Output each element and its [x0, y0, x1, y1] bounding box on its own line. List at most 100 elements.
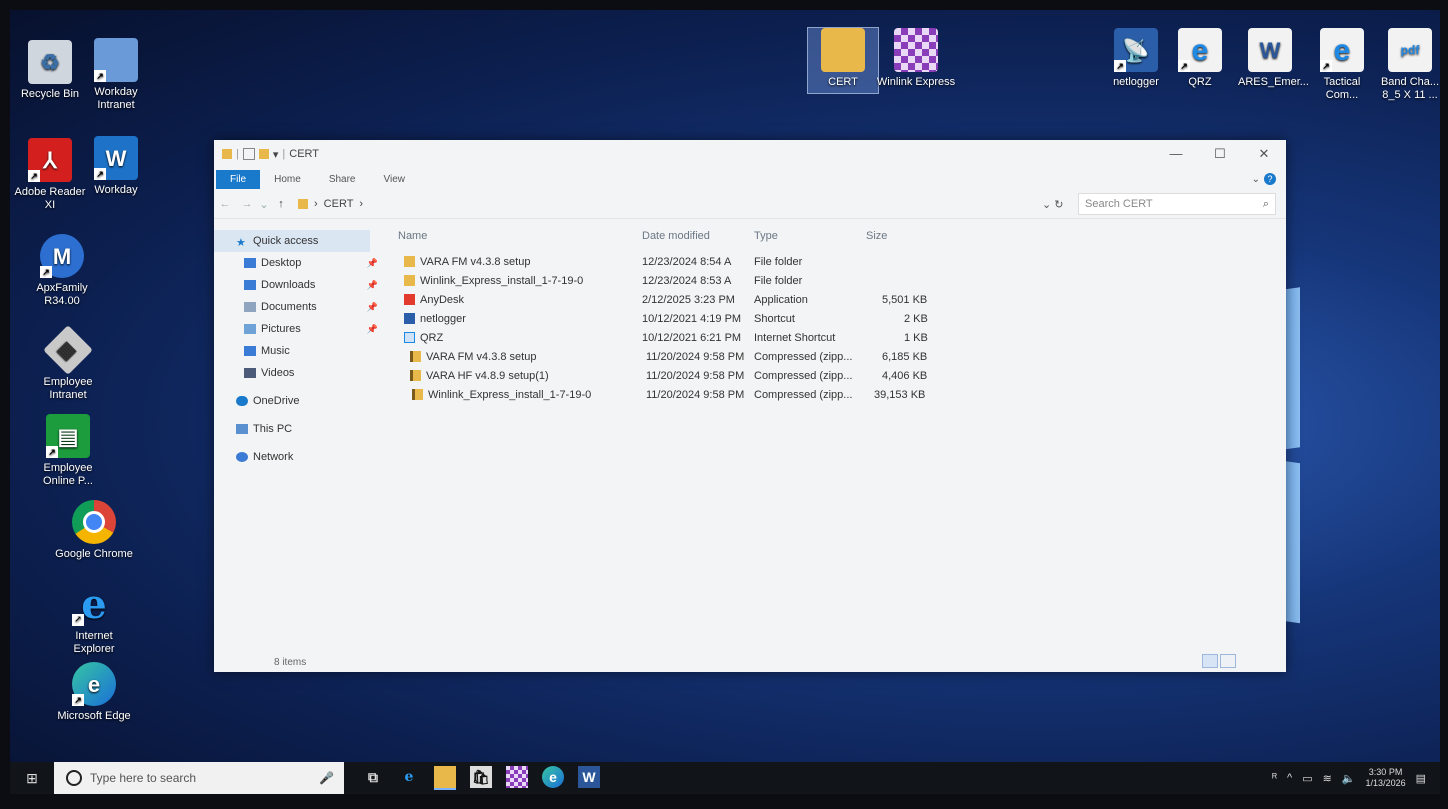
nav-videos[interactable]: Videos	[214, 362, 384, 384]
desktop-icon-apx-family[interactable]: M ↗ ApxFamily R34.00	[22, 234, 102, 308]
nav-documents[interactable]: Documents 📌	[214, 296, 384, 318]
file-row[interactable]: netlogger 10/12/2021 4:19 PM Shortcut 2 …	[384, 309, 1286, 328]
winlink-icon[interactable]	[506, 766, 528, 788]
chrome-icon	[72, 500, 116, 544]
microphone-icon[interactable]: 🎤	[319, 771, 334, 785]
desktop-icon-netlogger[interactable]: 📡 ↗ netlogger	[1096, 28, 1176, 89]
tab-share[interactable]: Share	[315, 174, 370, 185]
file-row[interactable]: QRZ 10/12/2021 6:21 PM Internet Shortcut…	[384, 328, 1286, 347]
column-header-type[interactable]: Type	[754, 230, 778, 242]
battery-icon[interactable]: ▭	[1302, 772, 1312, 785]
nav-pictures[interactable]: Pictures 📌	[214, 318, 384, 340]
desktop-icon-ares-doc[interactable]: W ARES_Emer...	[1238, 28, 1309, 89]
minimize-button[interactable]: —	[1154, 146, 1198, 162]
desktop-icon-winlink[interactable]: Winlink Express	[876, 28, 956, 89]
chevron-up-icon[interactable]: ^	[1287, 772, 1292, 784]
employee-online-icon: ▤ ↗	[46, 414, 90, 458]
folder-icon	[404, 275, 415, 286]
help-icon[interactable]: ?	[1264, 173, 1276, 185]
people-icon[interactable]: ᴿ	[1272, 772, 1277, 784]
desktop-icon-band-chart[interactable]: pdf Band Cha... 8_5 X 11 ...	[1380, 28, 1440, 102]
close-button[interactable]: ✕	[1242, 146, 1286, 162]
desktop-icon-tactical[interactable]: e ↗ Tactical Com...	[1310, 28, 1374, 102]
nav-onedrive[interactable]: OneDrive	[214, 390, 384, 412]
back-arrow-icon[interactable]: ←	[214, 198, 236, 210]
refresh-icon[interactable]: ⌄ ↻	[1042, 198, 1070, 211]
nav-network[interactable]: Network	[214, 446, 384, 468]
pictures-folder-icon	[244, 324, 256, 334]
desktop-icon-qrz[interactable]: e ↗ QRZ	[1170, 28, 1230, 89]
file-row[interactable]: VARA FM v4.3.8 setup 11/20/2024 9:58 PM …	[384, 347, 1286, 366]
desktop-icon-workday-intranet[interactable]: ↗ Workday Intranet	[76, 38, 156, 112]
task-view-icon[interactable]: ⧉	[362, 766, 384, 788]
expand-ribbon-icon[interactable]: ⌄	[1252, 174, 1260, 185]
tab-view[interactable]: View	[370, 174, 420, 185]
word-icon[interactable]: W	[578, 766, 600, 788]
file-explorer-icon[interactable]	[434, 766, 456, 790]
desktop-icon-chrome[interactable]: Google Chrome	[54, 500, 134, 561]
clock[interactable]: 3:30 PM 1/13/2026	[1366, 767, 1406, 789]
nav-quick-access[interactable]: ★ Quick access	[214, 230, 370, 252]
file-explorer-window[interactable]: | ▾ | CERT — ☐ ✕ File Home Share View ⌄ …	[214, 140, 1286, 672]
address-bar[interactable]: › CERT ›	[298, 194, 1038, 214]
column-header-date[interactable]: Date modified	[642, 230, 710, 242]
file-type: File folder	[754, 255, 803, 268]
music-folder-icon	[244, 346, 256, 356]
file-date: 12/23/2024 8:53 A	[642, 274, 732, 287]
desktop-icon-employee-intranet[interactable]: ▦ Employee Intranet	[28, 325, 108, 402]
file-size: 2 KB	[904, 312, 928, 325]
store-icon[interactable]: 🛍	[470, 766, 492, 788]
search-placeholder: Type here to search	[90, 771, 197, 785]
notifications-icon[interactable]: ▤	[1416, 772, 1426, 785]
internet-explorer-icon[interactable]: e	[398, 766, 420, 788]
file-list: Name Date modified Type Size VARA FM v4.…	[384, 218, 1286, 652]
desktop-icon-label: Tactical Com...	[1323, 76, 1361, 101]
customize-dropdown-icon[interactable]: ▾	[273, 148, 279, 161]
winlink-icon	[894, 28, 938, 72]
nav-desktop[interactable]: Desktop 📌	[214, 252, 384, 274]
desktop-icon-internet-explorer[interactable]: e ↗ Internet Explorer	[54, 582, 134, 656]
desktop-icon-label: Employee Online P...	[43, 462, 93, 487]
file-row[interactable]: Winlink_Express_install_1-7-19-0 12/23/2…	[384, 271, 1286, 290]
edge-icon: e ↗	[72, 662, 116, 706]
properties-icon[interactable]	[242, 148, 255, 160]
chevron-right-icon[interactable]: ›	[359, 198, 363, 210]
details-view-icon[interactable]	[1202, 654, 1218, 668]
wifi-icon[interactable]: ≋	[1323, 772, 1332, 785]
tab-file[interactable]: File	[216, 169, 261, 189]
desktop-icon-label: ARES_Emer...	[1238, 76, 1309, 88]
nav-this-pc[interactable]: This PC	[214, 418, 384, 440]
file-row[interactable]: AnyDesk 2/12/2025 3:23 PM Application 5,…	[384, 290, 1286, 309]
file-date: 11/20/2024 9:58 PM	[646, 369, 745, 382]
desktop-icon-edge[interactable]: e ↗ Microsoft Edge	[54, 662, 134, 723]
edge-icon[interactable]: e	[542, 766, 564, 788]
column-header-name[interactable]: Name	[398, 230, 427, 242]
recent-locations-icon[interactable]: ⌄	[258, 198, 270, 211]
nav-downloads[interactable]: Downloads 📌	[214, 274, 384, 296]
taskbar-search-input[interactable]: Type here to search 🎤	[54, 762, 344, 794]
title-bar[interactable]: | ▾ | CERT — ☐ ✕	[214, 140, 1286, 168]
forward-arrow-icon[interactable]: →	[236, 198, 258, 210]
large-icons-view-icon[interactable]	[1220, 654, 1236, 668]
internet-shortcut-icon	[404, 332, 415, 343]
nav-music[interactable]: Music	[214, 340, 384, 362]
up-arrow-icon[interactable]: ↑	[270, 198, 292, 210]
employee-intranet-icon: ▦	[43, 325, 93, 375]
file-type: Application	[754, 293, 808, 306]
desktop-icon-workday[interactable]: W ↗ Workday	[76, 136, 156, 197]
file-row[interactable]: VARA FM v4.3.8 setup 12/23/2024 8:54 A F…	[384, 252, 1286, 271]
file-row[interactable]: VARA HF v4.8.9 setup(1) 11/20/2024 9:58 …	[384, 366, 1286, 385]
breadcrumb-cert[interactable]: CERT	[324, 198, 354, 210]
volume-icon[interactable]: 🔈	[1342, 772, 1356, 785]
windows-start-icon[interactable]: ⊞	[10, 770, 54, 787]
search-input[interactable]: Search CERT ⌕	[1078, 193, 1276, 215]
maximize-button[interactable]: ☐	[1198, 146, 1242, 162]
file-type: Compressed (zipp...	[754, 350, 853, 363]
desktop-icon-employee-online[interactable]: ▤ ↗ Employee Online P...	[28, 414, 108, 488]
column-header-size[interactable]: Size	[866, 230, 887, 242]
new-folder-icon[interactable]	[258, 149, 269, 159]
desktop-icon-cert[interactable]: CERT	[807, 27, 879, 94]
tab-home[interactable]: Home	[260, 174, 315, 185]
ribbon-tabs: File Home Share View ⌄ ?	[214, 168, 1286, 190]
file-row[interactable]: Winlink_Express_install_1-7-19-0 11/20/2…	[384, 385, 1286, 404]
